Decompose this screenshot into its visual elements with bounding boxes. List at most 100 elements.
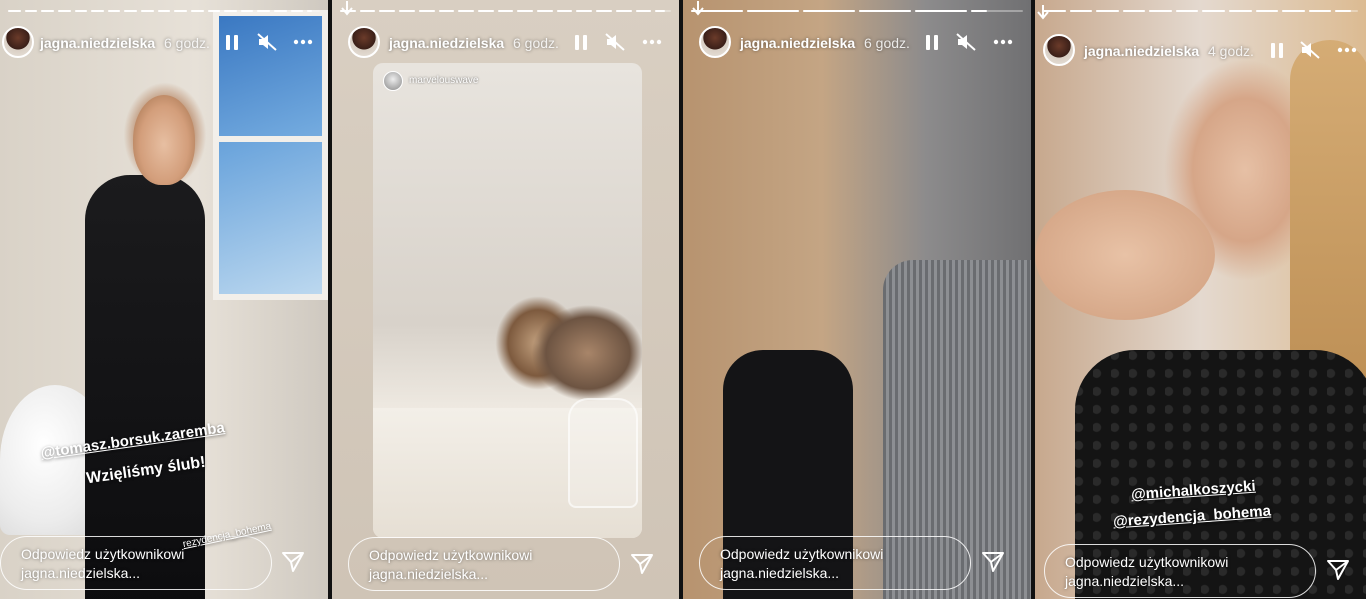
progress-fill <box>1096 10 1119 12</box>
progress-fill <box>497 10 514 12</box>
repost-avatar[interactable] <box>383 71 403 91</box>
speaker-muted-icon[interactable] <box>254 30 280 54</box>
progress-fill <box>859 10 911 12</box>
progress-fill <box>124 10 137 12</box>
reply-input[interactable]: Odpowiedz użytkownikowi jagna.niedzielsk… <box>699 536 971 590</box>
send-icon[interactable] <box>1325 557 1353 585</box>
progress-fill <box>224 10 237 12</box>
story-panel-3[interactable]: jagna.niedzielska 6 godz. Odpowiedz użyt… <box>683 0 1031 599</box>
progress-fill <box>359 10 376 12</box>
username[interactable]: jagna.niedzielska <box>740 35 855 51</box>
progress-segment <box>257 10 270 12</box>
progress-segment <box>107 10 121 12</box>
avatar[interactable] <box>348 26 380 58</box>
hand <box>1035 190 1215 320</box>
reply-input[interactable]: Odpowiedz użytkownikowi jagna.niedzielsk… <box>1044 544 1316 598</box>
progress-segment <box>497 10 514 12</box>
progress-fill <box>596 10 612 12</box>
reply-placeholder: Odpowiedz użytkownikowi jagna.niedzielsk… <box>720 546 884 581</box>
more-horizontal-icon[interactable] <box>990 30 1016 54</box>
progress-segment <box>207 10 221 12</box>
reply-input[interactable]: Odpowiedz użytkownikowi jagna.niedzielsk… <box>0 536 272 590</box>
progress-fill <box>399 10 415 12</box>
username[interactable]: jagna.niedzielska <box>40 35 155 51</box>
send-icon[interactable] <box>980 549 1008 577</box>
progress-fill <box>1335 10 1352 12</box>
progress-segment <box>190 10 204 12</box>
reply-input[interactable]: Odpowiedz użytkownikowi jagna.niedzielsk… <box>348 537 620 591</box>
username[interactable]: jagna.niedzielska <box>1084 43 1199 59</box>
speaker-muted-icon[interactable] <box>953 30 979 54</box>
story-header: jagna.niedzielska 4 godz. <box>1035 34 1366 68</box>
progress-fill <box>157 10 171 12</box>
story-panel-2[interactable]: marvelouswave jagna.niedzielska 6 godz. … <box>332 0 679 599</box>
speaker-muted-icon[interactable] <box>602 30 628 54</box>
reply-placeholder: Odpowiedz użytkownikowi jagna.niedzielsk… <box>21 546 185 581</box>
progress-segment <box>537 10 553 12</box>
story-image <box>683 0 1031 599</box>
story-header: jagna.niedzielska 6 godz. <box>332 26 679 60</box>
progress-fill <box>635 10 652 12</box>
progress-segment <box>596 10 612 12</box>
progress-fill <box>207 10 221 12</box>
progress-segment <box>379 10 396 12</box>
progress-fill <box>257 10 270 12</box>
story-header: jagna.niedzielska 6 godz. <box>0 26 328 60</box>
progress-fill <box>1282 10 1305 12</box>
progress-fill <box>91 10 104 12</box>
person-head <box>133 95 195 185</box>
avatar[interactable] <box>699 26 731 58</box>
progress-fill <box>41 10 54 12</box>
progress-fill <box>141 10 154 12</box>
down-arrow-icon <box>1036 4 1050 20</box>
story-panel-4[interactable]: jagna.niedzielska 4 godz. @michalkoszyck… <box>1035 0 1366 599</box>
progress-fill <box>240 10 254 12</box>
progress-fill <box>438 10 455 12</box>
progress-fill <box>307 10 313 12</box>
progress-segment <box>803 10 855 12</box>
story-image <box>0 0 328 599</box>
username[interactable]: jagna.niedzielska <box>389 35 504 51</box>
post-time: 6 godz. <box>864 35 910 51</box>
progress-fill <box>517 10 534 12</box>
avatar[interactable] <box>1043 34 1075 66</box>
progress-segment <box>157 10 171 12</box>
progress-fill <box>1122 10 1146 12</box>
progress-segment <box>274 10 287 12</box>
avatar[interactable] <box>2 26 34 58</box>
progress-segment <box>477 10 494 12</box>
progress-segment <box>224 10 237 12</box>
progress-fill <box>1069 10 1093 12</box>
reposted-story[interactable]: marvelouswave <box>373 63 642 538</box>
more-horizontal-icon[interactable] <box>1334 38 1360 62</box>
progress-fill <box>576 10 593 12</box>
progress-segment <box>517 10 534 12</box>
pause-icon[interactable] <box>919 30 945 54</box>
progress-segment <box>1202 10 1226 12</box>
more-horizontal-icon[interactable] <box>639 30 665 54</box>
story-progress <box>340 10 671 12</box>
progress-segment <box>174 10 187 12</box>
pause-icon[interactable] <box>568 30 594 54</box>
panel-divider <box>1031 0 1035 599</box>
send-icon[interactable] <box>629 551 657 579</box>
speaker-muted-icon[interactable] <box>1297 38 1323 62</box>
progress-fill <box>190 10 204 12</box>
progress-fill <box>747 10 799 12</box>
wine-glass <box>568 398 638 508</box>
progress-fill <box>1149 10 1172 12</box>
progress-segment <box>91 10 104 12</box>
more-horizontal-icon[interactable] <box>290 30 316 54</box>
pause-icon[interactable] <box>219 30 245 54</box>
reply-placeholder: Odpowiedz użytkownikowi jagna.niedzielsk… <box>1065 554 1229 589</box>
story-panel-1[interactable]: jagna.niedzielska 6 godz. @tomasz.borsuk… <box>0 0 328 599</box>
progress-segment <box>124 10 137 12</box>
progress-segment <box>438 10 455 12</box>
progress-segment <box>655 10 671 12</box>
send-icon[interactable] <box>280 549 308 577</box>
pause-icon[interactable] <box>1264 38 1290 62</box>
progress-segment <box>41 10 54 12</box>
progress-fill <box>1202 10 1226 12</box>
progress-segment <box>1122 10 1146 12</box>
repost-username[interactable]: marvelouswave <box>409 75 478 86</box>
